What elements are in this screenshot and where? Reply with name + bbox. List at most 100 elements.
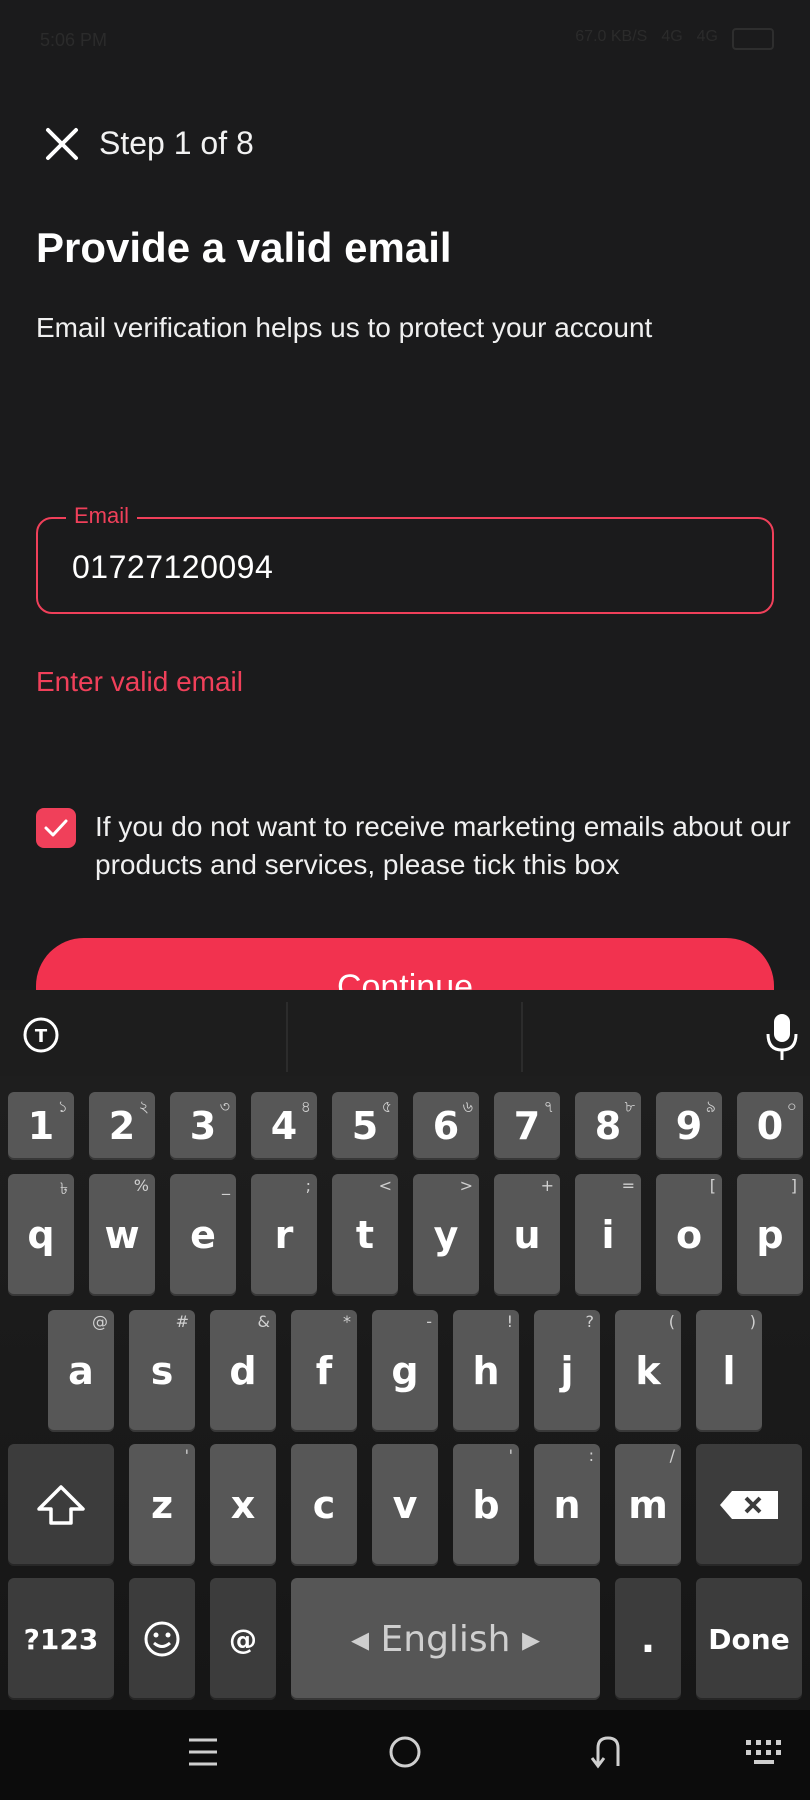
- on-screen-keyboard: T 1 ১ 2 ২ 3 ৩ 4 ৪ 5 ৫ 6 ৬ 7 ৭ 8 ৮ 9 ৯ 0 ০ q ৳ w% e _ r; t < y > u + i = o[…: [0, 990, 810, 1710]
- marketing-opt-out-checkbox[interactable]: [36, 808, 76, 848]
- menu-button[interactable]: [186, 1732, 220, 1777]
- key-hint: ৮: [624, 1097, 635, 1116]
- key-t[interactable]: t <: [332, 1174, 398, 1296]
- period-key[interactable]: .: [615, 1578, 681, 1700]
- signal-2: 4G: [696, 28, 718, 45]
- space-key[interactable]: ◂ English ▸: [291, 1578, 600, 1700]
- key-label: t: [355, 1213, 375, 1257]
- battery-icon: [732, 28, 774, 50]
- key-e[interactable]: e _: [170, 1174, 236, 1296]
- key-7[interactable]: 7৭: [494, 1092, 560, 1160]
- backspace-key[interactable]: [696, 1444, 802, 1566]
- back-icon: [590, 1736, 620, 1769]
- key-5[interactable]: 5৫: [332, 1092, 398, 1160]
- key-4[interactable]: 4৪: [251, 1092, 317, 1160]
- key-j[interactable]: j?: [534, 1310, 600, 1432]
- key-o[interactable]: o[: [656, 1174, 722, 1296]
- key-label: r: [274, 1213, 294, 1257]
- email-field[interactable]: Email 01727120094: [36, 503, 774, 614]
- key-hint: ৭: [543, 1097, 554, 1116]
- key-hint: >: [459, 1176, 473, 1195]
- key-3[interactable]: 3৩: [170, 1092, 236, 1160]
- key-y[interactable]: y >: [413, 1174, 479, 1296]
- emoji-key[interactable]: [129, 1578, 195, 1700]
- key-k[interactable]: k(: [615, 1310, 681, 1432]
- key-label: u: [513, 1213, 541, 1257]
- symbols-key[interactable]: ?123: [8, 1578, 114, 1700]
- key-label: a: [68, 1349, 94, 1393]
- key-label: 1: [27, 1104, 55, 1148]
- key-hint: _: [222, 1176, 230, 1195]
- key-i[interactable]: i =: [575, 1174, 641, 1296]
- key-label: 3: [189, 1104, 217, 1148]
- space-key-label: ◂ English ▸: [350, 1618, 541, 1660]
- key-label: 7: [513, 1104, 541, 1148]
- keyboard-switch-button[interactable]: [744, 1732, 786, 1777]
- key-label: g: [391, 1349, 419, 1393]
- key-h[interactable]: h!: [453, 1310, 519, 1432]
- key-x[interactable]: x: [210, 1444, 276, 1566]
- signal-1: 4G: [661, 28, 683, 45]
- key-n[interactable]: n:: [534, 1444, 600, 1566]
- keyboard-translate-button[interactable]: T: [20, 1014, 62, 1056]
- at-key[interactable]: @: [210, 1578, 276, 1700]
- key-label: 8: [594, 1104, 622, 1148]
- status-time: 5:06 PM: [40, 30, 108, 50]
- key-hint: ): [749, 1312, 756, 1331]
- key-1[interactable]: 1১: [8, 1092, 74, 1160]
- key-hint: ৳: [60, 1179, 68, 1198]
- key-b[interactable]: b ': [453, 1444, 519, 1566]
- key-hint: ৯: [705, 1097, 716, 1116]
- symbols-key-label: ?123: [23, 1622, 99, 1656]
- key-u[interactable]: u +: [494, 1174, 560, 1296]
- key-f[interactable]: f *: [291, 1310, 357, 1432]
- key-label: e: [190, 1213, 216, 1257]
- key-label: 9: [675, 1104, 703, 1148]
- back-button[interactable]: [588, 1732, 628, 1777]
- key-label: i: [601, 1213, 615, 1257]
- key-g[interactable]: g-: [372, 1310, 438, 1432]
- key-label: w: [104, 1213, 140, 1257]
- key-0[interactable]: 0০: [737, 1092, 803, 1160]
- period-key-label: .: [640, 1617, 656, 1661]
- done-key[interactable]: Done: [696, 1578, 802, 1700]
- key-p[interactable]: p]: [737, 1174, 803, 1296]
- key-c[interactable]: c: [291, 1444, 357, 1566]
- key-v[interactable]: v: [372, 1444, 438, 1566]
- home-icon: [389, 1736, 421, 1768]
- key-label: h: [472, 1349, 500, 1393]
- key-hint: -: [426, 1312, 432, 1331]
- key-hint: ৬: [462, 1097, 473, 1116]
- page-subtitle: Email verification helps us to protect y…: [36, 312, 653, 343]
- key-z[interactable]: z ': [129, 1444, 195, 1566]
- toolbar-divider: [286, 1002, 288, 1072]
- marketing-opt-out-text: If you do not want to receive marketing …: [95, 811, 791, 880]
- key-hint: (: [668, 1312, 675, 1331]
- close-button[interactable]: [42, 124, 82, 164]
- key-label: q: [27, 1213, 55, 1257]
- shift-key[interactable]: [8, 1444, 114, 1566]
- key-m[interactable]: m /: [615, 1444, 681, 1566]
- key-q[interactable]: q ৳: [8, 1174, 74, 1296]
- key-9[interactable]: 9৯: [656, 1092, 722, 1160]
- at-key-label: @: [229, 1622, 257, 1656]
- key-hint: ?: [585, 1312, 595, 1331]
- key-r[interactable]: r;: [251, 1174, 317, 1296]
- key-label: f: [315, 1349, 333, 1393]
- key-l[interactable]: l): [696, 1310, 762, 1432]
- key-label: 2: [108, 1104, 136, 1148]
- key-label: v: [392, 1483, 418, 1527]
- email-input[interactable]: 01727120094: [72, 549, 273, 586]
- key-s[interactable]: s #: [129, 1310, 195, 1432]
- key-d[interactable]: d &: [210, 1310, 276, 1432]
- key-a[interactable]: a @: [48, 1310, 114, 1432]
- voice-input-button[interactable]: [762, 1010, 802, 1062]
- key-2[interactable]: 2২: [89, 1092, 155, 1160]
- key-w[interactable]: w%: [89, 1174, 155, 1296]
- key-label: 5: [351, 1104, 379, 1148]
- home-button[interactable]: [387, 1732, 423, 1777]
- key-6[interactable]: 6৬: [413, 1092, 479, 1160]
- net-speed: 67.0 KB/S: [575, 28, 648, 45]
- key-hint: ]: [790, 1176, 797, 1195]
- key-8[interactable]: 8৮: [575, 1092, 641, 1160]
